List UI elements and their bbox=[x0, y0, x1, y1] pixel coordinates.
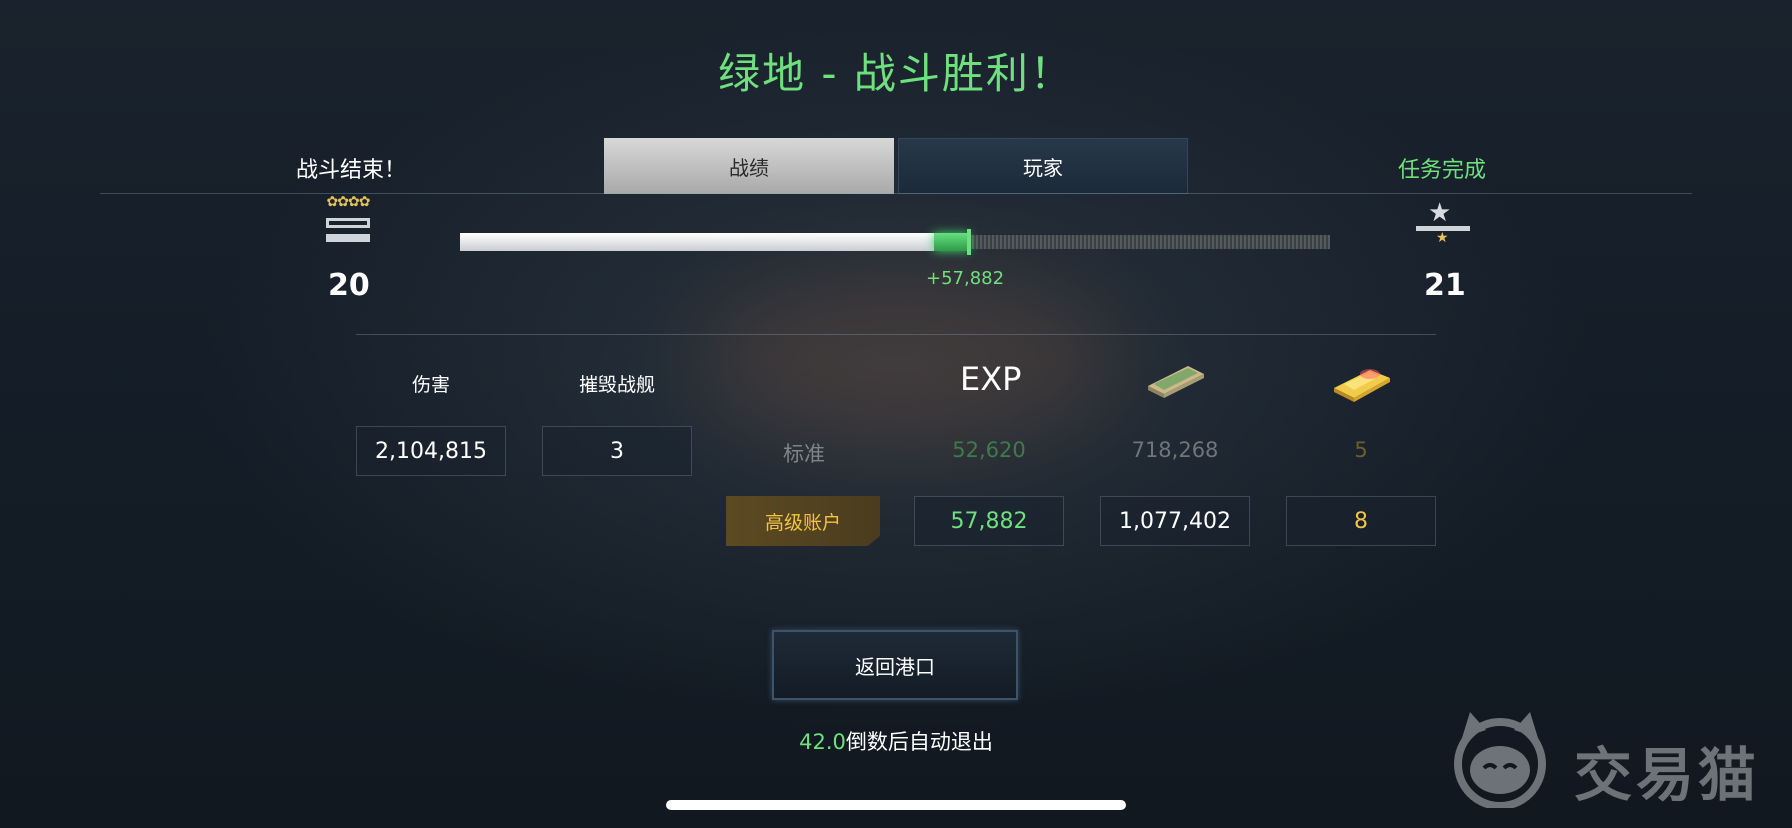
progress-divider bbox=[356, 334, 1436, 335]
tab-battle-record[interactable]: 战绩 bbox=[604, 138, 894, 194]
xp-base-fill bbox=[460, 233, 935, 251]
premium-credits: 1,077,402 bbox=[1100, 496, 1250, 546]
kills-label: 摧毁战舰 bbox=[578, 374, 655, 396]
exp-header: EXP bbox=[960, 360, 1022, 398]
rank-insignia-icon bbox=[326, 216, 370, 246]
damage-label: 伤害 bbox=[411, 374, 450, 396]
standard-label: 标准 bbox=[783, 442, 825, 466]
xp-cursor bbox=[966, 229, 971, 255]
damage-value: 2,104,815 bbox=[356, 426, 506, 476]
cat-logo-icon bbox=[1454, 712, 1546, 810]
current-rank-icon: ✿✿✿✿ bbox=[310, 194, 386, 246]
premium-exp: 57,882 bbox=[914, 496, 1064, 546]
battle-end-label: 战斗结束！ bbox=[296, 158, 407, 183]
page-title: 绿地 - 战斗胜利！ bbox=[718, 49, 1074, 98]
watermark: 交易猫 bbox=[1440, 708, 1770, 810]
standard-gold: 5 bbox=[1354, 438, 1368, 462]
xp-progress-bar bbox=[460, 229, 1330, 255]
next-rank-icon: ★ ★ bbox=[1412, 198, 1474, 248]
countdown-number: 42.0 bbox=[799, 730, 846, 754]
rank-stars-icon: ✿✿✿✿ bbox=[326, 194, 371, 210]
kills-value: 3 bbox=[542, 426, 692, 476]
tab-players[interactable]: 玩家 bbox=[898, 138, 1188, 194]
gold-bar-icon bbox=[1334, 369, 1390, 402]
standard-exp: 52,620 bbox=[952, 438, 1026, 462]
countdown-text: 倒数后自动退出 bbox=[845, 730, 993, 754]
home-indicator[interactable] bbox=[666, 800, 1126, 810]
standard-credits: 718,268 bbox=[1131, 438, 1219, 462]
watermark-text: 交易猫 bbox=[1574, 741, 1761, 809]
mission-complete-label: 任务完成 bbox=[1398, 158, 1487, 183]
return-to-port-button[interactable]: 返回港口 bbox=[772, 630, 1018, 700]
premium-gold: 8 bbox=[1286, 496, 1436, 546]
next-level: 21 bbox=[1424, 268, 1466, 303]
premium-account-label: 高级账户 bbox=[726, 496, 880, 546]
money-stack-icon bbox=[1148, 366, 1204, 398]
xp-gain-label: +57,882 bbox=[926, 268, 1005, 289]
xp-gain-fill bbox=[934, 233, 969, 251]
current-level: 20 bbox=[328, 268, 370, 303]
